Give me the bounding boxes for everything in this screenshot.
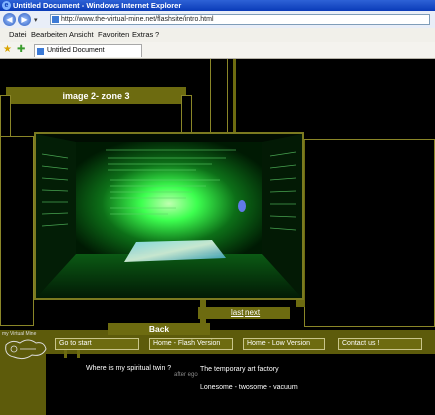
top-pillar-frame — [210, 59, 228, 139]
menu-favoriten[interactable]: Favoriten — [98, 30, 129, 39]
last-link[interactable]: last — [231, 307, 243, 319]
home-low-button[interactable]: Home - Low Version — [243, 338, 325, 350]
bottom-notch-left — [64, 350, 67, 358]
address-bar: ◀ ▶ ▾ http://www.the-virtual-mine.net/fl… — [0, 11, 435, 29]
site-logo: my Virtual Mine — [2, 331, 48, 365]
page-icon — [52, 16, 59, 23]
spiritual-twin-link[interactable]: Where is my spiritual twin ? — [86, 365, 171, 372]
zone-label: image 2- zone 3 — [62, 91, 130, 101]
window-titlebar: e Untitled Document - Windows Internet E… — [0, 0, 435, 11]
contact-us-button[interactable]: Contact us ! — [338, 338, 422, 350]
favorites-bar: ★ ✚ Untitled Document — [0, 42, 435, 59]
go-to-start-button[interactable]: Go to start — [55, 338, 139, 350]
next-link[interactable]: next — [245, 307, 260, 319]
tab-title: Untitled Document — [47, 47, 105, 54]
bottom-notch-right — [77, 350, 80, 358]
home-flash-button[interactable]: Home - Flash Version — [149, 338, 233, 350]
window-title: Untitled Document - Windows Internet Exp… — [13, 1, 182, 10]
menu-ansicht[interactable]: Ansicht — [69, 30, 94, 39]
menu-bearbeiten[interactable]: Bearbeiten — [31, 30, 67, 39]
installation-photo — [36, 134, 302, 298]
favorites-star-icon[interactable]: ★ — [3, 44, 12, 55]
top-pillar-strip — [233, 59, 236, 134]
logo-text: my Virtual Mine — [2, 331, 37, 337]
left-column-frame — [0, 136, 34, 326]
menu-help[interactable]: ? — [155, 30, 159, 39]
menu-bar: Datei Bearbeiten Ansicht Favoriten Extra… — [0, 28, 435, 43]
back-button[interactable]: Back — [108, 323, 210, 335]
art-factory-link[interactable]: The temporary art factory — [200, 366, 279, 373]
page-content: image 2- zone 3 last next Back my Virtua… — [0, 59, 435, 415]
right-column-frame — [304, 139, 435, 327]
forward-arrow-icon[interactable]: ▶ — [18, 13, 31, 26]
virtual-mine-logo — [5, 339, 47, 360]
history-dropdown-icon[interactable]: ▾ — [34, 16, 38, 24]
lonesome-link[interactable]: Lonesome - twosome - vacuum — [200, 384, 298, 391]
after-ego-text: after ego — [174, 372, 198, 378]
back-arrow-icon[interactable]: ◀ — [3, 13, 16, 26]
add-favorite-icon[interactable]: ✚ — [17, 44, 25, 55]
pagination-box: last next — [198, 307, 290, 319]
menu-extras[interactable]: Extras — [132, 30, 153, 39]
menu-datei[interactable]: Datei — [9, 30, 27, 39]
address-field[interactable]: http://www.the-virtual-mine.net/flashsit… — [50, 14, 430, 25]
tab-page-icon — [37, 48, 44, 55]
ie-icon: e — [2, 1, 11, 10]
image-viewer — [34, 132, 304, 300]
blue-light — [238, 200, 246, 212]
browser-tab[interactable]: Untitled Document — [34, 44, 142, 57]
address-text: http://www.the-virtual-mine.net/flashsit… — [61, 16, 214, 23]
